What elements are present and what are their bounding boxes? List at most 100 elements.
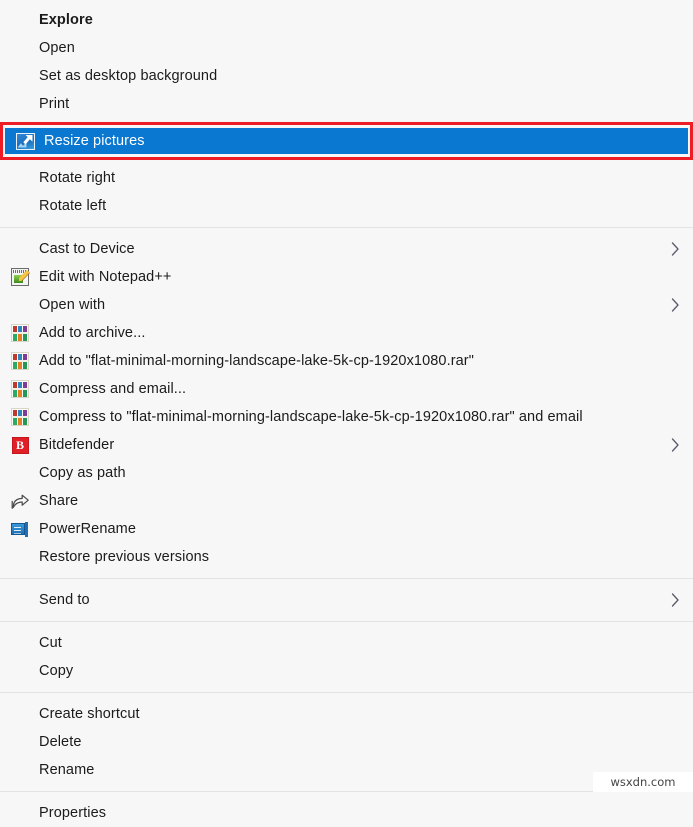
menu-item-restore-previous-versions[interactable]: Restore previous versions	[0, 543, 693, 571]
menu-item-label: Add to "flat-minimal-morning-landscape-l…	[39, 352, 474, 369]
watermark: wsxdn.com	[593, 772, 693, 792]
menu-separator	[0, 692, 693, 693]
menu-item-icon-slot	[8, 704, 32, 724]
menu-item-edit-with-notepad[interactable]: Edit with Notepad++	[0, 263, 693, 291]
menu-item-icon-slot	[8, 732, 32, 752]
chevron-right-icon	[667, 465, 683, 481]
menu-item-label: Open with	[39, 296, 106, 313]
menu-item-copy-as-path[interactable]: Copy as path	[0, 459, 693, 487]
power-rename-icon	[11, 521, 29, 537]
chevron-right-icon	[667, 353, 683, 369]
menu-item-add-to-flat-minimal-morning-landscape-la[interactable]: Add to "flat-minimal-morning-landscape-l…	[0, 347, 693, 375]
menu-item-resize-pictures[interactable]: Resize pictures	[5, 128, 688, 154]
winrar-icon	[11, 380, 29, 398]
menu-item-icon-slot	[8, 295, 32, 315]
menu-item-label: Set as desktop background	[39, 67, 218, 84]
menu-item-label: Compress to "flat-minimal-morning-landsc…	[39, 408, 583, 425]
menu-item-share[interactable]: Share	[0, 487, 693, 515]
menu-item-rotate-right[interactable]: Rotate right	[0, 164, 693, 192]
menu-item-copy[interactable]: Copy	[0, 657, 693, 685]
winrar-icon	[11, 408, 29, 426]
chevron-right-icon	[667, 549, 683, 565]
menu-item-icon-slot	[8, 379, 32, 399]
chevron-right-icon	[667, 706, 683, 722]
menu-item-compress-to-flat-minimal-morning-landsca[interactable]: Compress to "flat-minimal-morning-landsc…	[0, 403, 693, 431]
menu-item-icon-slot	[8, 760, 32, 780]
menu-item-delete[interactable]: Delete	[0, 728, 693, 756]
menu-item-icon-slot	[8, 94, 32, 114]
menu-item-icon-slot	[8, 196, 32, 216]
menu-item-create-shortcut[interactable]: Create shortcut	[0, 700, 693, 728]
menu-item-label: Resize pictures	[44, 132, 145, 149]
menu-item-print[interactable]: Print	[0, 90, 693, 118]
menu-item-icon-slot	[8, 267, 32, 287]
menu-item-icon-slot	[8, 323, 32, 343]
context-menu: Explore Open Set as desktop background Prin…	[0, 0, 693, 820]
menu-item-label: Share	[39, 492, 79, 509]
chevron-right-icon	[667, 493, 683, 509]
menu-item-bitdefender[interactable]: B Bitdefender	[0, 431, 693, 459]
chevron-right-icon	[667, 269, 683, 285]
menu-item-icon-slot: B	[8, 435, 32, 455]
menu-item-icon-slot	[8, 38, 32, 58]
menu-item-label: Rotate left	[39, 197, 107, 214]
chevron-right-icon	[667, 198, 683, 214]
menu-item-compress-and-email[interactable]: Compress and email...	[0, 375, 693, 403]
share-icon	[11, 493, 30, 510]
menu-item-label: Copy as path	[39, 464, 126, 481]
menu-item-label: Print	[39, 95, 70, 112]
menu-item-icon-slot	[8, 590, 32, 610]
menu-item-label: PowerRename	[39, 520, 137, 537]
menu-item-icon-slot	[8, 633, 32, 653]
chevron-right-icon	[667, 592, 683, 608]
chevron-right-icon	[667, 437, 683, 453]
menu-item-rotate-left[interactable]: Rotate left	[0, 192, 693, 220]
winrar-icon	[11, 352, 29, 370]
menu-item-set-as-desktop-background[interactable]: Set as desktop background	[0, 62, 693, 90]
menu-item-label: Restore previous versions	[39, 548, 210, 565]
menu-separator	[0, 621, 693, 622]
selected-item-highlight: Resize pictures	[0, 122, 693, 160]
menu-item-icon-slot	[8, 519, 32, 539]
menu-item-icon-slot	[8, 351, 32, 371]
chevron-right-icon	[662, 133, 678, 149]
menu-item-label: Copy	[39, 662, 74, 679]
menu-item-open-with[interactable]: Open with	[0, 291, 693, 319]
chevron-right-icon	[667, 381, 683, 397]
menu-item-send-to[interactable]: Send to	[0, 586, 693, 614]
chevron-right-icon	[667, 40, 683, 56]
menu-item-rename[interactable]: Rename	[0, 756, 693, 784]
menu-separator	[0, 227, 693, 228]
menu-item-label: Create shortcut	[39, 705, 140, 722]
chevron-right-icon	[667, 635, 683, 651]
chevron-right-icon	[667, 734, 683, 750]
menu-item-icon-slot	[8, 547, 32, 567]
menu-item-label: Cast to Device	[39, 240, 135, 257]
menu-item-label: Rotate right	[39, 169, 116, 186]
menu-item-label: Properties	[39, 804, 107, 821]
menu-item-icon-slot	[8, 239, 32, 259]
menu-item-cast-to-device[interactable]: Cast to Device	[0, 235, 693, 263]
menu-item-label: Send to	[39, 591, 90, 608]
winrar-icon	[11, 324, 29, 342]
menu-item-label: Edit with Notepad++	[39, 268, 172, 285]
chevron-right-icon	[667, 12, 683, 28]
watermark-text: wsxdn.com	[610, 775, 676, 789]
menu-item-explore[interactable]: Explore	[0, 6, 693, 34]
menu-item-open[interactable]: Open	[0, 34, 693, 62]
menu-item-label: Rename	[39, 761, 95, 778]
menu-item-icon-slot	[8, 10, 32, 30]
menu-item-add-to-archive[interactable]: Add to archive...	[0, 319, 693, 347]
chevron-right-icon	[667, 409, 683, 425]
menu-item-cut[interactable]: Cut	[0, 629, 693, 657]
menu-separator	[0, 578, 693, 579]
menu-item-label: Cut	[39, 634, 62, 651]
resize-pictures-icon	[15, 132, 35, 150]
menu-item-properties[interactable]: Properties	[0, 799, 693, 827]
chevron-right-icon	[667, 170, 683, 186]
menu-item-label: Open	[39, 39, 75, 56]
menu-item-icon-slot	[13, 131, 37, 151]
chevron-right-icon	[667, 297, 683, 313]
chevron-right-icon	[667, 241, 683, 257]
menu-item-powerrename[interactable]: PowerRename	[0, 515, 693, 543]
